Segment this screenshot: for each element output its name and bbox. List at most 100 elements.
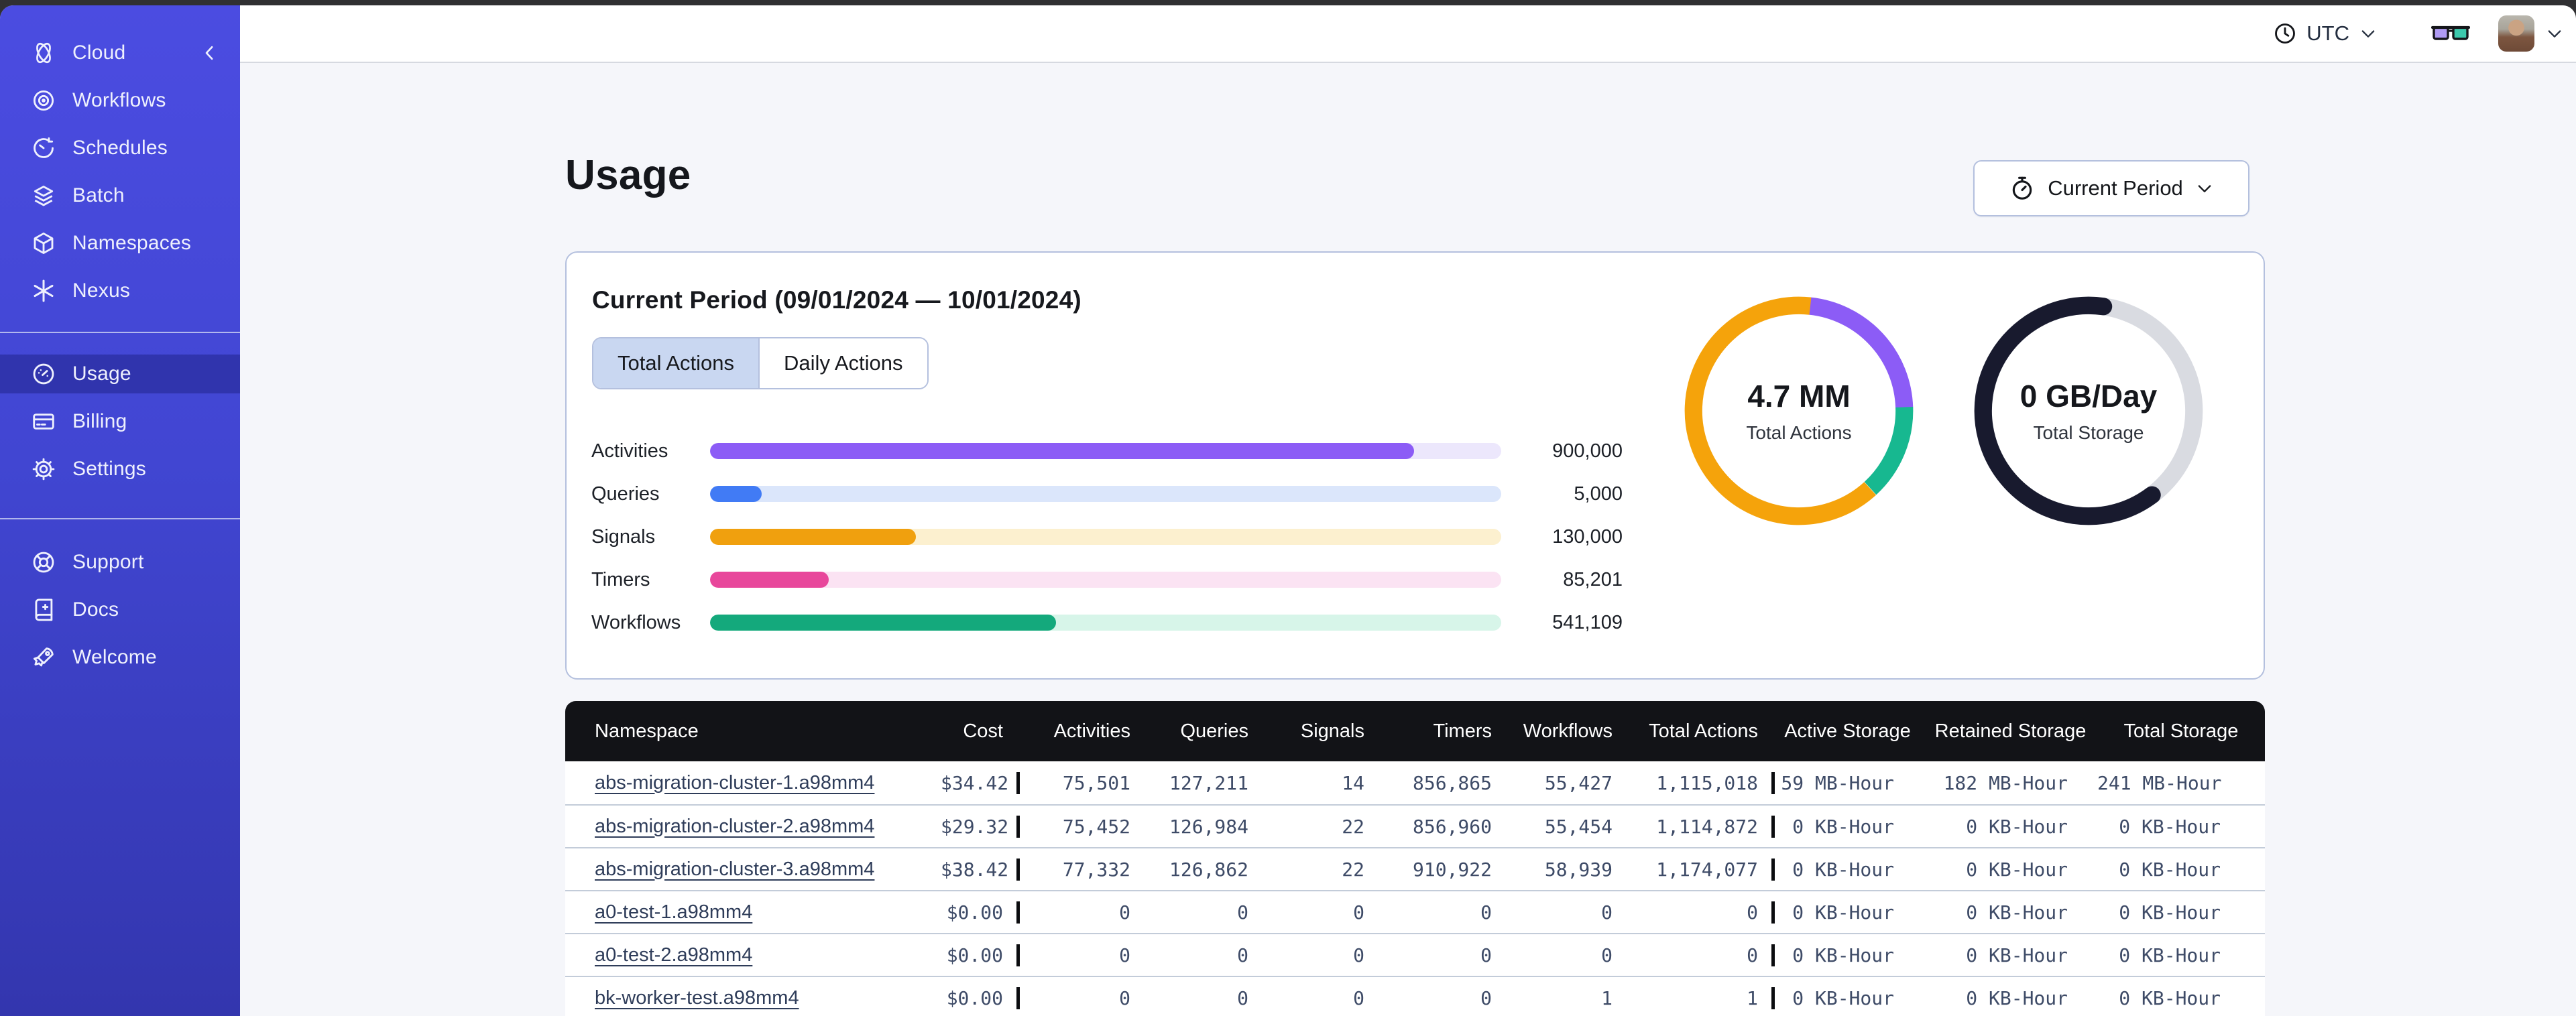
schedules-icon <box>31 135 56 161</box>
bar-value: 85,201 <box>1563 568 1623 590</box>
table-cell: $38.42 <box>941 858 1009 881</box>
chevron-down-icon <box>2361 30 2375 38</box>
sidebar: Cloud Workflows Schedules Batch Namespac… <box>0 5 240 1016</box>
table-cell: 75,501 <box>1016 771 1144 794</box>
column-header-total-storage: Total Storage <box>2123 720 2239 742</box>
sidebar-item-workflows[interactable]: Workflows <box>0 81 240 120</box>
welcome-rocket-icon <box>31 645 56 670</box>
table-cell: 241 MB-Hour <box>2097 771 2222 794</box>
sidebar-item-namespaces[interactable]: Namespaces <box>0 224 240 263</box>
table-cell: 22 <box>1342 858 1364 881</box>
clock-icon <box>2275 23 2296 44</box>
sidebar-item-billing[interactable]: Billing <box>0 402 240 441</box>
column-header-signals: Signals <box>1300 720 1364 742</box>
table-cell: 0 KB-Hour <box>1771 944 1924 966</box>
column-header-namespace: Namespace <box>595 720 699 742</box>
table-cell: 1 <box>1601 987 1613 1009</box>
table-cell: 0 <box>1480 944 1492 966</box>
table-cell: 1,114,872 <box>1656 815 1758 838</box>
table-cell: 127,211 <box>1169 771 1248 794</box>
donut-value: 4.7 MM <box>1747 379 1851 414</box>
sidebar-item-label: Settings <box>72 458 146 480</box>
namespace-usage-table: Namespace Cost Activities Queries Signal… <box>565 701 2265 1016</box>
table-cell: 0 <box>1237 944 1248 966</box>
table-cell: 0 KB-Hour <box>1966 858 2068 881</box>
namespace-link[interactable]: abs-migration-cluster-1.a98mm4 <box>595 772 874 793</box>
table-cell: 0 <box>1747 944 1758 966</box>
sidebar-item-nexus[interactable]: Nexus <box>0 271 240 310</box>
table-cell: 0 <box>1480 901 1492 924</box>
bar-fill <box>710 572 829 588</box>
table-cell: 55,454 <box>1544 815 1613 838</box>
namespace-link[interactable]: bk-worker-test.a98mm4 <box>595 987 799 1009</box>
sidebar-item-label: Workflows <box>72 89 166 111</box>
feedback-glasses-icon[interactable] <box>2431 19 2470 48</box>
sidebar-item-usage[interactable]: Usage <box>0 355 240 393</box>
donut-sublabel: Total Storage <box>2033 422 2144 443</box>
table-cell: 55,427 <box>1544 771 1613 794</box>
column-header-total-actions: Total Actions <box>1649 720 1758 742</box>
usage-gauge-icon <box>31 361 56 387</box>
user-avatar[interactable] <box>2498 15 2534 52</box>
bar-track <box>710 443 1501 459</box>
table-cell: 0 KB-Hour <box>2119 815 2221 838</box>
column-header-timers: Timers <box>1433 720 1492 742</box>
sidebar-item-schedules[interactable]: Schedules <box>0 129 240 168</box>
table-cell: 0 <box>1747 901 1758 924</box>
table-cell: 182 MB-Hour <box>1943 771 2068 794</box>
sidebar-collapse-icon[interactable] <box>200 43 220 63</box>
bar-label: Signals <box>591 525 656 548</box>
table-row: abs-migration-cluster-2.a98mm4 $29.32 75,4… <box>565 804 2265 847</box>
topbar: UTC <box>240 5 2576 63</box>
sidebar-item-settings[interactable]: Settings <box>0 450 240 489</box>
bar-row-signals: Signals 130,000 <box>567 515 1639 558</box>
timezone-selector[interactable]: UTC <box>2273 21 2378 46</box>
bar-track <box>710 486 1501 502</box>
table-cell: $29.32 <box>941 815 1009 838</box>
table-cell: 0 KB-Hour <box>2119 901 2221 924</box>
bar-label: Workflows <box>591 611 681 633</box>
namespace-link[interactable]: abs-migration-cluster-2.a98mm4 <box>595 816 874 837</box>
docs-book-icon <box>31 597 56 623</box>
content: Usage Current Period Current Period (09/… <box>240 63 2576 1016</box>
table-cell: 77,332 <box>1016 858 1144 881</box>
table-row: a0-test-2.a98mm4 $0.00 0 0 0 0 0 0 0 KB-Hour 0 KB… <box>565 933 2265 976</box>
tab-daily-actions[interactable]: Daily Actions <box>760 338 927 388</box>
namespace-link[interactable]: a0-test-1.a98mm4 <box>595 901 752 923</box>
sidebar-item-welcome[interactable]: Welcome <box>0 638 240 677</box>
table-cell: 0 KB-Hour <box>1966 815 2068 838</box>
table-cell: 126,862 <box>1169 858 1248 881</box>
bar-value: 541,109 <box>1552 611 1623 633</box>
sidebar-item-docs[interactable]: Docs <box>0 590 240 629</box>
table-cell: 0 KB-Hour <box>2119 858 2221 881</box>
actions-bar-chart: Activities 900,000 Queries 5,000 Signals… <box>567 430 1639 644</box>
table-cell: 0 <box>1601 944 1613 966</box>
tab-total-actions[interactable]: Total Actions <box>593 338 760 388</box>
bar-value: 130,000 <box>1552 525 1623 548</box>
namespace-link[interactable]: abs-migration-cluster-3.a98mm4 <box>595 859 874 880</box>
batch-icon <box>31 183 56 208</box>
table-cell: 0 KB-Hour <box>1771 815 1924 838</box>
table-cell: 0 <box>1601 901 1613 924</box>
namespaces-icon <box>31 231 56 256</box>
sidebar-brand-cloud[interactable]: Cloud <box>0 34 240 72</box>
period-dropdown-button[interactable]: Current Period <box>1973 160 2249 216</box>
table-cell: $0.00 <box>946 944 1003 966</box>
sidebar-item-label: Welcome <box>72 646 157 668</box>
table-cell: 0 <box>1016 901 1144 924</box>
main-area: UTC Usage Current Period Current Period … <box>240 5 2576 1016</box>
account-menu-chevron-icon[interactable] <box>2545 24 2564 43</box>
table-cell: $0.00 <box>946 901 1003 924</box>
sidebar-item-support[interactable]: Support <box>0 543 240 582</box>
bar-row-activities: Activities 900,000 <box>567 430 1639 472</box>
bar-value: 5,000 <box>1574 483 1623 505</box>
nexus-icon <box>31 278 56 304</box>
table-cell: 0 KB-Hour <box>2119 944 2221 966</box>
sidebar-item-batch[interactable]: Batch <box>0 176 240 215</box>
table-cell: 910,922 <box>1412 858 1492 881</box>
workflows-icon <box>31 88 56 113</box>
namespace-link[interactable]: a0-test-2.a98mm4 <box>595 944 752 966</box>
table-row: abs-migration-cluster-1.a98mm4 $34.42 75,5… <box>565 761 2265 804</box>
settings-gear-icon <box>31 456 56 482</box>
temporal-logo-icon <box>31 40 56 66</box>
